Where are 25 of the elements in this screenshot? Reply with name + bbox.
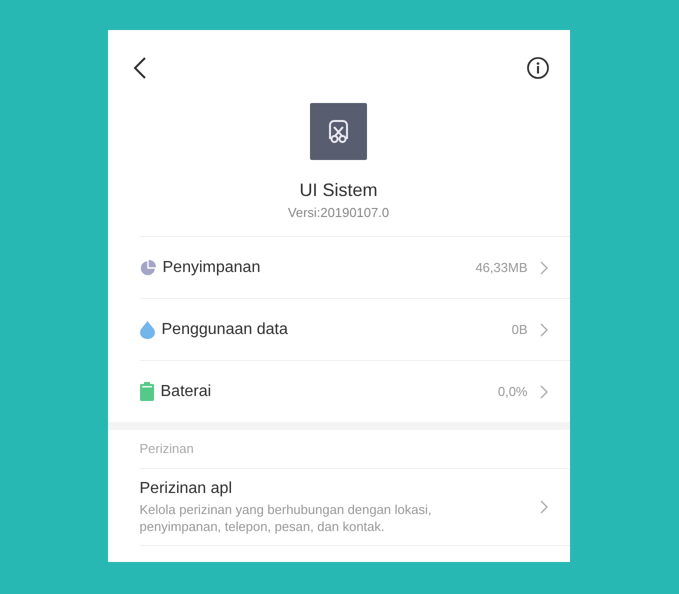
app-version: Versi:20190107.0: [288, 205, 390, 220]
settings-row[interactable]: Penyimpanan 46,33MB: [140, 237, 570, 299]
app-name: UI Sistem: [299, 180, 378, 201]
row-label: Perizinan apl: [140, 480, 232, 498]
battery-icon: [140, 382, 154, 401]
chevron-icon: [540, 260, 548, 274]
row-value: 46,33MB: [475, 260, 528, 275]
row-label: Penyimpanan: [162, 258, 262, 276]
permissions-row[interactable]: Perizinan apl Kelola perizinan yang berhubungan dengan lokasi, penyimpanan, telepon, pesan, dan kontak.: [140, 469, 570, 546]
back-icon[interactable]: [132, 56, 146, 80]
water-drop-icon: [140, 320, 154, 338]
row-label: Baterai: [160, 382, 212, 400]
settings-row[interactable]: Penggunaan data 0B: [140, 299, 570, 361]
chevron-icon: [540, 384, 548, 398]
row-label: Penggunaan data: [162, 320, 289, 338]
section-header: Perizinan: [140, 430, 570, 469]
row-value: 0,0%: [498, 384, 528, 399]
row-description: Kelola perizinan yang berhubungan dengan lokasi, penyimpanan, telepon, pesan, dan kontak.: [140, 500, 432, 534]
app-icon: [310, 103, 367, 160]
info-icon[interactable]: [526, 56, 550, 80]
settings-row[interactable]: Baterai 0,0%: [140, 361, 570, 422]
pie-chart-icon: [140, 260, 156, 276]
chevron-icon: [540, 322, 548, 336]
chevron-icon: [540, 500, 548, 514]
row-value: 0B: [512, 322, 528, 337]
